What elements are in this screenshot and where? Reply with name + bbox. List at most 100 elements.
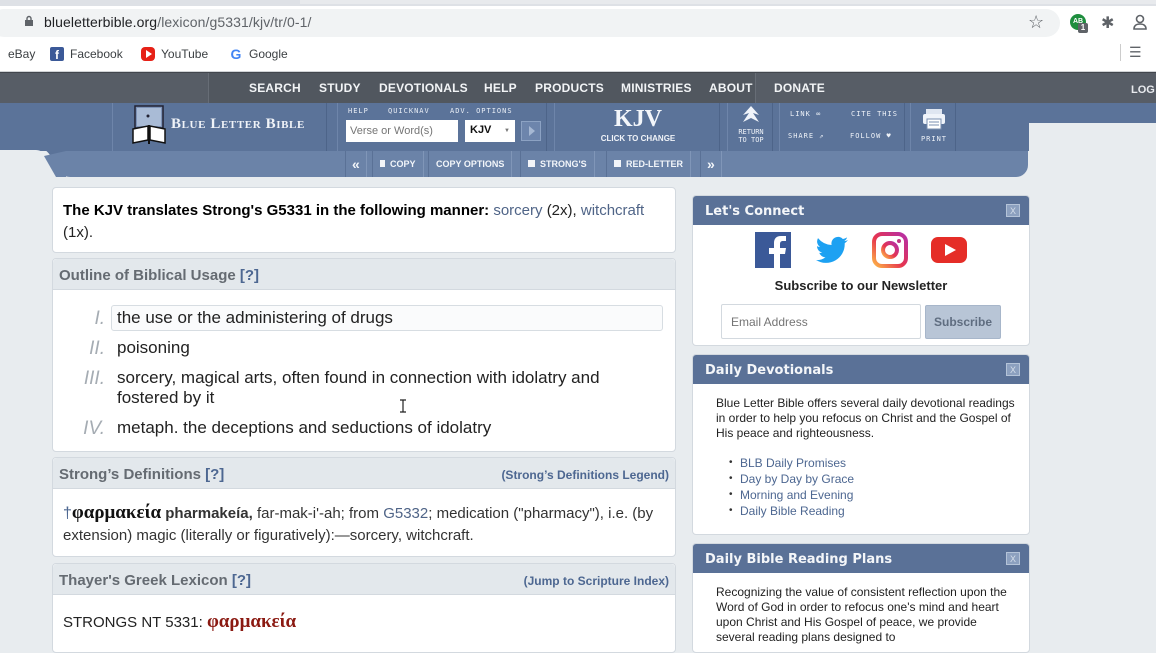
- widget-title: Daily Bible Reading Plans: [705, 552, 893, 567]
- copy-button[interactable]: COPY: [372, 151, 424, 177]
- site-logo[interactable]: Blue Letter Bible: [112, 103, 327, 151]
- subscribe-button[interactable]: Subscribe: [925, 305, 1001, 339]
- share-icon: ⇗: [819, 132, 825, 140]
- extension-count-badge: 1: [1078, 23, 1088, 33]
- outline-help-link[interactable]: [?]: [240, 267, 259, 284]
- version-select[interactable]: KJV ▼: [465, 120, 515, 142]
- devotional-link[interactable]: BLB Daily Promises: [729, 455, 854, 471]
- print-button[interactable]: PRINT: [910, 103, 956, 151]
- bookmark-google[interactable]: G Google: [229, 47, 288, 61]
- reading-plans-widget: Daily Bible Reading Plans X Recognizing t…: [692, 543, 1030, 653]
- login-link[interactable]: LOG: [1131, 84, 1155, 96]
- header-right-area: [1029, 123, 1156, 171]
- verse-search-input[interactable]: [346, 120, 458, 142]
- youtube-icon: [141, 47, 155, 61]
- lock-icon: [25, 15, 33, 26]
- strongs-title: Strong’s Definitions: [59, 466, 201, 483]
- checkbox-icon: [528, 160, 535, 167]
- thayer-entry: STRONGS NT 5331: φαρμακεία: [63, 611, 297, 632]
- devotional-link[interactable]: Daily Bible Reading: [729, 503, 854, 519]
- thayers-lexicon-panel: Thayer's Greek Lexicon [?] (Jump to Scri…: [52, 563, 676, 653]
- strongs-definition: †φαρμακεία pharmakeía, far-mak-i'-ah; fr…: [63, 502, 654, 544]
- close-icon[interactable]: X: [1006, 204, 1020, 217]
- expand-toolbar-icon[interactable]: »: [700, 151, 722, 177]
- open-bible-logo-icon: [132, 105, 166, 144]
- close-icon[interactable]: X: [1006, 363, 1020, 376]
- strongs-toggle[interactable]: STRONG'S: [520, 151, 595, 177]
- extensions-puzzle-icon[interactable]: ✱: [1101, 13, 1114, 33]
- version-change-button[interactable]: KJV CLICK TO CHANGE: [554, 103, 720, 151]
- translation-lead: The KJV translates Strong's G5331 in the…: [63, 202, 490, 219]
- current-version: KJV: [614, 106, 662, 132]
- bookmark-youtube[interactable]: YouTube: [141, 47, 208, 61]
- cite-button[interactable]: CITE THIS: [851, 110, 898, 118]
- devotional-link[interactable]: Morning and Evening: [729, 487, 854, 503]
- widget-title: Let's Connect: [705, 204, 805, 219]
- copy-options-button[interactable]: COPY OPTIONS: [428, 151, 513, 177]
- jump-scripture-index-link[interactable]: (Jump to Scripture Index): [524, 574, 669, 588]
- toolbar-left-curve: [0, 148, 66, 180]
- strongs-help-link[interactable]: [?]: [205, 466, 224, 483]
- greek-word: φαρμακεία: [71, 502, 162, 523]
- nav-search[interactable]: SEARCH: [249, 81, 301, 95]
- profile-icon[interactable]: [1131, 13, 1149, 31]
- facebook-icon[interactable]: [755, 232, 791, 268]
- nav-devotionals[interactable]: DEVOTIONALS: [379, 81, 468, 95]
- newsletter-heading: Subscribe to our Newsletter: [774, 278, 948, 293]
- nav-products[interactable]: PRODUCTS: [535, 81, 604, 95]
- devotionals-description: Blue Letter Bible offers several daily d…: [716, 396, 1015, 440]
- share-panel: LINK ∞ CITE THIS SHARE ⇗ FOLLOW ♥: [779, 103, 905, 151]
- bookmark-star-icon[interactable]: ☆: [1028, 12, 1044, 33]
- reading-list-icon[interactable]: ☰: [1120, 44, 1142, 61]
- thayer-greek-word: φαρμακεία: [206, 611, 297, 632]
- translation-link-witchcraft[interactable]: witchcraft: [581, 202, 644, 219]
- red-letter-toggle[interactable]: RED-LETTER: [606, 151, 691, 177]
- adv-options-link[interactable]: ADV. OPTIONS: [450, 107, 513, 115]
- site-header: Blue Letter Bible HELP QUICKNAV ADV. OPT…: [0, 103, 1156, 151]
- nav-about[interactable]: ABOUT: [709, 81, 753, 95]
- strongs-ref-link[interactable]: G5332: [383, 505, 428, 522]
- search-go-button[interactable]: [521, 121, 541, 141]
- url-text[interactable]: blueletterbible.org/lexicon/g5331/kjv/tr…: [44, 14, 312, 30]
- collapse-toolbar-icon[interactable]: «: [345, 151, 367, 177]
- link-chain-icon: ∞: [816, 110, 822, 118]
- follow-button[interactable]: FOLLOW ♥: [850, 132, 892, 140]
- share-button[interactable]: SHARE ⇗: [788, 132, 825, 140]
- dagger-mark: †: [63, 505, 72, 522]
- checkbox-icon: [614, 160, 621, 167]
- email-address-input[interactable]: [721, 304, 921, 339]
- link-button[interactable]: LINK ∞: [790, 110, 821, 118]
- widget-title: Daily Devotionals: [705, 363, 834, 378]
- bookmark-facebook[interactable]: f Facebook: [50, 47, 123, 62]
- thayer-help-link[interactable]: [?]: [232, 572, 251, 589]
- copy-icon: [380, 160, 385, 167]
- strongs-legend-link[interactable]: (Strong’s Definitions Legend): [501, 468, 669, 482]
- google-icon: G: [230, 46, 242, 62]
- extension-icon[interactable]: AB 1: [1070, 14, 1088, 33]
- quicknav-panel: HELP QUICKNAV ADV. OPTIONS KJV▼: [337, 103, 547, 151]
- translation-link-sorcery[interactable]: sorcery: [493, 202, 542, 219]
- nav-study[interactable]: STUDY: [319, 81, 361, 95]
- twitter-icon[interactable]: [814, 232, 850, 268]
- outline-panel: Outline of Biblical Usage [?] I. the use …: [52, 258, 676, 452]
- instagram-icon[interactable]: [872, 232, 908, 268]
- close-icon[interactable]: X: [1006, 552, 1020, 565]
- devotional-link[interactable]: Day by Day by Grace: [729, 471, 854, 487]
- heart-icon: ♥: [886, 132, 892, 140]
- nav-donate[interactable]: DONATE: [774, 81, 825, 95]
- active-tab[interactable]: [300, 0, 1156, 4]
- daily-devotionals-widget: Daily Devotionals X Blue Letter Bible off…: [692, 354, 1030, 535]
- thayer-title: Thayer's Greek Lexicon: [59, 572, 228, 589]
- top-navigation: SEARCH STUDY DEVOTIONALS HELP PRODUCTS M…: [0, 72, 1156, 103]
- kjv-translation-panel: The KJV translates Strong's G5331 in the…: [52, 187, 676, 253]
- bookmark-ebay[interactable]: eBay: [8, 47, 35, 61]
- youtube-icon[interactable]: [931, 232, 967, 268]
- site-logo-text: Blue Letter Bible: [171, 116, 305, 132]
- facebook-icon: f: [50, 47, 64, 62]
- quicknav-link[interactable]: QUICKNAV: [388, 107, 430, 115]
- nav-ministries[interactable]: MINISTRIES: [621, 81, 692, 95]
- devotionals-list: BLB Daily Promises Day by Day by Grace M…: [729, 455, 854, 519]
- help-link[interactable]: HELP: [348, 107, 369, 115]
- nav-help[interactable]: HELP: [484, 81, 517, 95]
- return-to-top-button[interactable]: RETURN TO TOP: [727, 103, 773, 151]
